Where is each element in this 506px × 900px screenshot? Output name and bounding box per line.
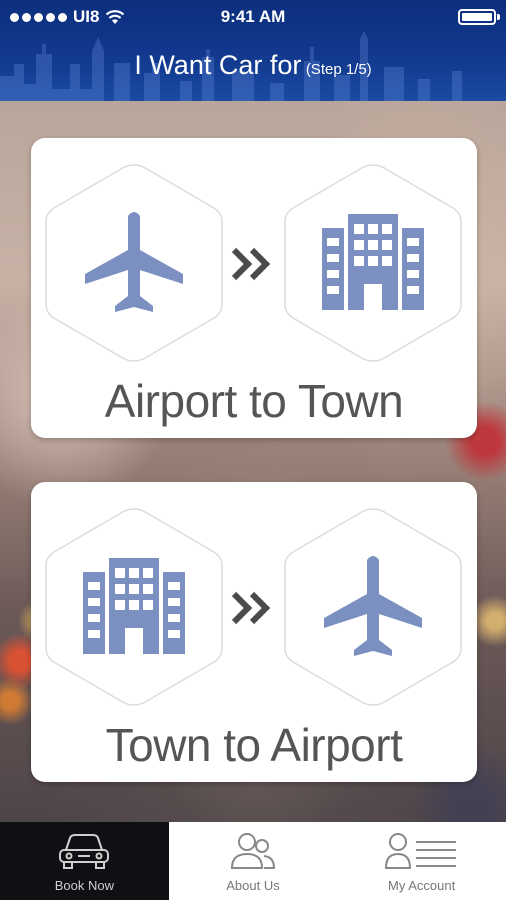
tab-label: About Us	[226, 878, 280, 893]
airplane-icon	[85, 212, 183, 312]
option-airport-to-town[interactable]: Airport to Town	[31, 138, 477, 438]
status-time: 9:41 AM	[220, 7, 286, 26]
step-indicator: (Step 1/5)	[305, 61, 372, 78]
users-icon	[230, 833, 275, 869]
tab-bar: Book Now About Us My Account	[0, 822, 506, 900]
car-icon	[59, 834, 110, 869]
from-hexagon	[43, 162, 225, 364]
to-hexagon	[282, 506, 464, 708]
from-hexagon	[43, 506, 225, 708]
to-hexagon	[282, 162, 464, 364]
tab-label: Book Now	[54, 878, 114, 893]
status-bar: UI8 9:41 AM	[0, 0, 506, 34]
building-icon	[322, 214, 424, 310]
battery-icon	[458, 9, 500, 25]
chevrons-right-icon	[231, 591, 271, 625]
option-town-to-airport[interactable]: Town to Airport	[31, 482, 477, 782]
option-label: Town to Airport	[105, 719, 403, 771]
tab-my-account[interactable]: My Account	[337, 822, 506, 900]
tab-label: My Account	[388, 878, 456, 893]
option-label: Airport to Town	[104, 375, 404, 427]
airplane-icon	[324, 556, 422, 656]
page-title: I Want Car for (Step 1/5)	[0, 50, 506, 81]
account-icon	[384, 833, 456, 869]
tab-about-us[interactable]: About Us	[169, 822, 338, 900]
title-text: I Want Car for	[134, 50, 302, 80]
chevrons-right-icon	[231, 247, 271, 281]
header: UI8 9:41 AM I Want Car for (Step 1/5)	[0, 0, 506, 101]
tab-book-now[interactable]: Book Now	[0, 822, 169, 900]
building-icon	[83, 558, 185, 654]
